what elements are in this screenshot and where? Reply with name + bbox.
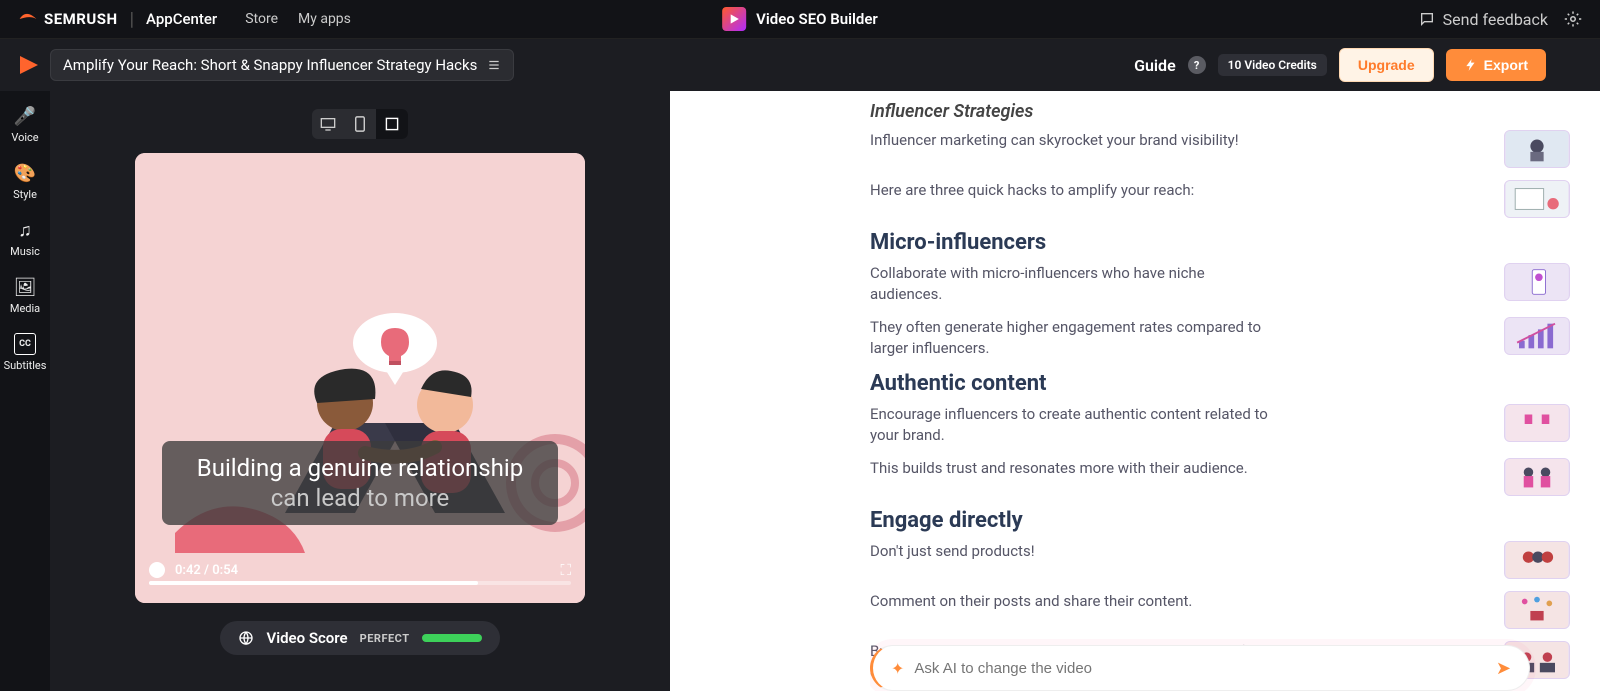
- music-icon: ♫: [14, 219, 36, 241]
- section-heading-micro[interactable]: Micro-influencers: [870, 230, 1570, 255]
- device-desktop[interactable]: [312, 109, 344, 139]
- scene-thumb[interactable]: [1504, 541, 1570, 579]
- script-row[interactable]: Influencer marketing can skyrocket your …: [870, 130, 1570, 168]
- fullscreen-icon[interactable]: ⛶: [560, 561, 571, 579]
- editor-subtitle[interactable]: Influencer Strategies: [870, 101, 1570, 122]
- chat-icon: [1419, 11, 1435, 27]
- left-rail: 🎤 Voice 🎨 Style ♫ Music 🖼 Media CC Subtitles: [0, 91, 50, 691]
- list-icon: [487, 58, 501, 72]
- project-title-chip[interactable]: Amplify Your Reach: Short & Snappy Influ…: [50, 49, 514, 81]
- video-illustration: [135, 153, 585, 603]
- device-square[interactable]: [376, 109, 408, 139]
- rail-subtitles[interactable]: CC Subtitles: [4, 333, 47, 372]
- script-row[interactable]: They often generate higher engagement ra…: [870, 317, 1570, 359]
- feedback-icon[interactable]: Send feedback: [1419, 10, 1548, 29]
- rail-label: Subtitles: [4, 359, 47, 372]
- main: 🎤 Voice 🎨 Style ♫ Music 🖼 Media CC Subtitles: [0, 91, 1600, 691]
- project-title: Amplify Your Reach: Short & Snappy Influ…: [63, 56, 477, 74]
- script-text: They often generate higher engagement ra…: [870, 317, 1280, 359]
- scene-thumb[interactable]: [1504, 180, 1570, 218]
- sparkle-icon: ✦: [891, 659, 904, 678]
- bolt-icon: [1464, 58, 1478, 72]
- semrush-swoosh-icon: [18, 9, 38, 29]
- player-controls: 0:42 / 0:54 ⛶: [149, 555, 571, 585]
- appcenter-label: AppCenter: [146, 10, 217, 28]
- export-button[interactable]: Export: [1446, 49, 1546, 81]
- credits-pill[interactable]: 10 Video Credits: [1218, 54, 1327, 76]
- brand-name: SEMRUSH: [44, 10, 118, 28]
- script-row[interactable]: Encourage influencers to create authenti…: [870, 404, 1570, 446]
- scene-thumb[interactable]: [1504, 591, 1570, 629]
- rail-label: Music: [10, 245, 40, 258]
- score-bar: [422, 634, 482, 642]
- editor-column: Influencer Strategies Influencer marketi…: [670, 91, 1600, 691]
- progress-bar[interactable]: [149, 581, 571, 585]
- script-text: Don't just send products!: [870, 541, 1035, 562]
- script-text: Here are three quick hacks to amplify yo…: [870, 180, 1194, 201]
- script-row[interactable]: Don't just send products!: [870, 541, 1570, 579]
- progress-fill: [149, 581, 478, 585]
- globe-icon: [238, 630, 254, 646]
- palette-icon: 🎨: [14, 162, 36, 184]
- rail-label: Voice: [11, 131, 38, 144]
- section-heading-engage[interactable]: Engage directly: [870, 508, 1570, 533]
- app-play-icon: [16, 53, 40, 77]
- cc-icon: CC: [14, 333, 36, 355]
- microphone-icon: 🎤: [14, 105, 36, 127]
- ask-ai-bar[interactable]: ✦ ➤: [870, 645, 1530, 691]
- rail-style[interactable]: 🎨 Style: [13, 162, 37, 201]
- nav-store[interactable]: Store: [245, 11, 278, 27]
- export-label: Export: [1484, 57, 1528, 73]
- scene-thumb[interactable]: [1504, 404, 1570, 442]
- caption-line1: Building a genuine relationship: [197, 454, 523, 482]
- score-label: Video Score: [266, 629, 347, 647]
- play-button[interactable]: [149, 562, 165, 578]
- product-name: Video SEO Builder: [756, 10, 878, 28]
- script-row[interactable]: Here are three quick hacks to amplify yo…: [870, 180, 1570, 218]
- timecode: 0:42 / 0:54: [175, 563, 238, 578]
- help-icon[interactable]: ?: [1188, 56, 1206, 74]
- upgrade-button[interactable]: Upgrade: [1339, 48, 1434, 82]
- script-row[interactable]: Comment on their posts and share their c…: [870, 591, 1570, 629]
- device-mobile[interactable]: [344, 109, 376, 139]
- script-text: Encourage influencers to create authenti…: [870, 404, 1280, 446]
- scene-thumb[interactable]: [1504, 317, 1570, 355]
- script-text: This builds trust and resonates more wit…: [870, 458, 1248, 479]
- send-icon[interactable]: ➤: [1496, 658, 1511, 679]
- guide-link[interactable]: Guide: [1134, 56, 1176, 75]
- device-switcher: [312, 109, 408, 139]
- play-icon: [722, 7, 746, 31]
- rail-media[interactable]: 🖼 Media: [10, 276, 40, 315]
- script-text: Comment on their posts and share their c…: [870, 591, 1192, 612]
- global-header: SEMRUSH | AppCenter Store My apps Video …: [0, 0, 1600, 39]
- video-preview[interactable]: Building a genuine relationship can lead…: [135, 153, 585, 603]
- toolbar: Amplify Your Reach: Short & Snappy Influ…: [0, 39, 1600, 91]
- feedback-label: Send feedback: [1443, 10, 1548, 29]
- ask-ai-input[interactable]: [914, 660, 1496, 677]
- preview-column: Building a genuine relationship can lead…: [50, 91, 670, 691]
- rail-music[interactable]: ♫ Music: [10, 219, 40, 258]
- script-text: Collaborate with micro-influencers who h…: [870, 263, 1280, 305]
- script-row[interactable]: This builds trust and resonates more wit…: [870, 458, 1570, 496]
- script-row[interactable]: Collaborate with micro-influencers who h…: [870, 263, 1570, 305]
- scene-thumb[interactable]: [1504, 458, 1570, 496]
- nav-my-apps[interactable]: My apps: [298, 11, 351, 27]
- settings-icon[interactable]: [1564, 10, 1582, 28]
- media-icon: 🖼: [14, 276, 36, 298]
- brand-logo[interactable]: SEMRUSH | AppCenter: [18, 9, 217, 30]
- product-badge[interactable]: Video SEO Builder: [722, 7, 878, 31]
- section-heading-authentic[interactable]: Authentic content: [870, 371, 1570, 396]
- video-score-pill[interactable]: Video Score PERFECT: [220, 621, 499, 655]
- scene-thumb[interactable]: [1504, 130, 1570, 168]
- brand-divider: |: [130, 9, 134, 30]
- rail-label: Style: [13, 188, 37, 201]
- rail-voice[interactable]: 🎤 Voice: [11, 105, 38, 144]
- score-badge: PERFECT: [360, 632, 410, 645]
- caption-line2: can lead to more: [271, 484, 450, 512]
- scene-thumb[interactable]: [1504, 263, 1570, 301]
- script-text: Influencer marketing can skyrocket your …: [870, 130, 1239, 151]
- rail-label: Media: [10, 302, 40, 315]
- caption-overlay: Building a genuine relationship can lead…: [162, 441, 558, 525]
